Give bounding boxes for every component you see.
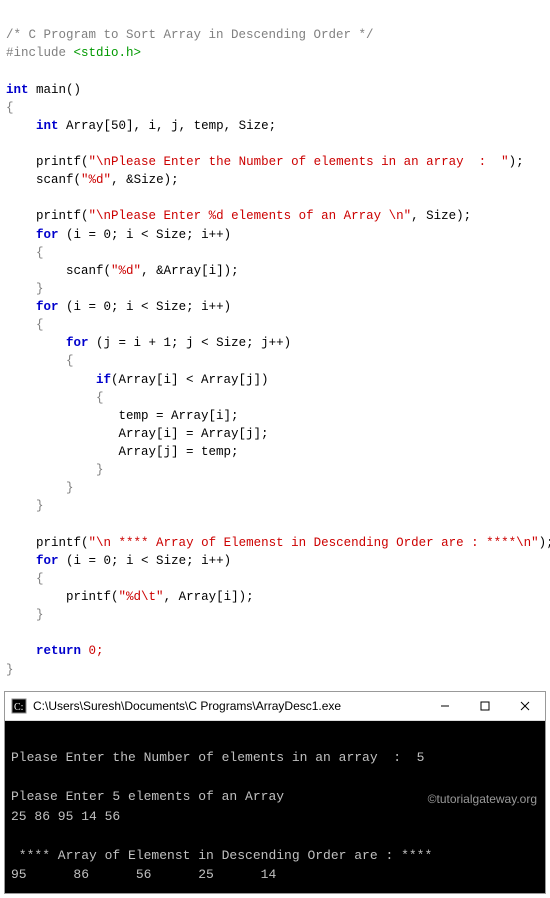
svg-text:C:: C:: [14, 702, 23, 713]
titlebar[interactable]: C: C:\Users\Suresh\Documents\C Programs\…: [5, 692, 545, 721]
printf-arg: , Array[i]);: [164, 590, 254, 604]
minimize-icon: [440, 701, 450, 711]
kw-return: return: [36, 644, 81, 658]
printf-call: printf: [36, 536, 81, 550]
kw-for: for: [36, 300, 59, 314]
string-literal: "\n **** Array of Elemenst in Descending…: [89, 536, 539, 550]
printf-arg: , Size);: [411, 209, 471, 223]
for-cond: (j = i + 1; j < Size; j++): [96, 336, 291, 350]
stmt: Array[j] = temp;: [119, 445, 239, 459]
console-output: Please Enter the Number of elements in a…: [5, 721, 545, 893]
console-window: C: C:\Users\Suresh\Documents\C Programs\…: [4, 691, 546, 894]
code-editor: /* C Program to Sort Array in Descending…: [0, 0, 550, 687]
scanf-call: scanf: [36, 173, 74, 187]
printf-call: printf: [36, 155, 81, 169]
window-title: C:\Users\Suresh\Documents\C Programs\Arr…: [33, 699, 425, 713]
kw-for: for: [66, 336, 89, 350]
string-literal: "%d": [81, 173, 111, 187]
scan-arg: &Size);: [126, 173, 179, 187]
console-line: Please Enter the Number of elements in a…: [11, 750, 424, 765]
kw-int: int: [6, 83, 29, 97]
string-literal: "%d": [111, 264, 141, 278]
close-button[interactable]: [505, 692, 545, 720]
console-line: Please Enter 5 elements of an Array: [11, 789, 284, 804]
kw-for: for: [36, 228, 59, 242]
console-line: 25 86 95 14 56: [11, 809, 120, 824]
scan-arg: &Array[i]);: [156, 264, 239, 278]
kw-for: for: [36, 554, 59, 568]
minimize-button[interactable]: [425, 692, 465, 720]
kw-int: int: [36, 119, 59, 133]
if-cond: (Array[i] < Array[j]): [111, 373, 269, 387]
comment: /* C Program to Sort Array in Descending…: [6, 28, 374, 42]
printf-call: printf: [66, 590, 111, 604]
declarations: Array[50], i, j, temp, Size;: [66, 119, 276, 133]
cmd-icon: C:: [11, 698, 27, 714]
stmt: temp = Array[i];: [119, 409, 239, 423]
close-icon: [520, 701, 530, 711]
console-line: **** Array of Elemenst in Descending Ord…: [11, 848, 432, 863]
maximize-button[interactable]: [465, 692, 505, 720]
preproc: #include: [6, 46, 74, 60]
for-cond: (i = 0; i < Size; i++): [66, 228, 231, 242]
string-literal: "%d\t": [119, 590, 164, 604]
console-line: 95 86 56 25 14: [11, 867, 276, 882]
func-main: main: [36, 83, 66, 97]
include-file: <stdio.h>: [74, 46, 142, 60]
for-cond: (i = 0; i < Size; i++): [66, 554, 231, 568]
printf-call: printf: [36, 209, 81, 223]
scanf-call: scanf: [66, 264, 104, 278]
maximize-icon: [480, 701, 490, 711]
stmt: Array[i] = Array[j];: [119, 427, 269, 441]
for-cond: (i = 0; i < Size; i++): [66, 300, 231, 314]
kw-if: if: [96, 373, 111, 387]
string-literal: "\nPlease Enter %d elements of an Array …: [89, 209, 412, 223]
return-value: 0;: [89, 644, 104, 658]
string-literal: "\nPlease Enter the Number of elements i…: [89, 155, 509, 169]
